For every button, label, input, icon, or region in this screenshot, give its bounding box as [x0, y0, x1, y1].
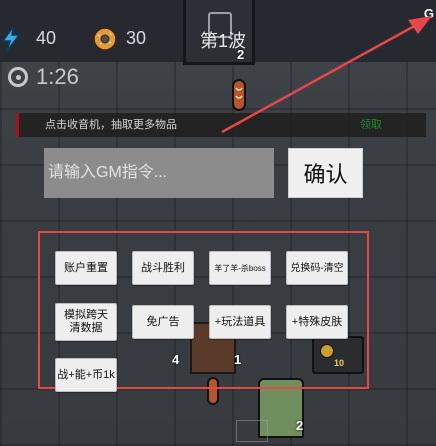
clear-redeem-code-button[interactable]: 兑换码-清空: [286, 251, 348, 285]
sausage-icon: [232, 79, 246, 111]
tip-text: 点击收音机，抽取更多物品: [45, 119, 177, 131]
lightning-icon: [1, 26, 21, 52]
cobweb: [236, 420, 268, 442]
battle-win-button[interactable]: 战斗胜利: [132, 251, 194, 285]
eye-timer-icon: [8, 67, 28, 87]
hud: 40 30 第1波 1:26 G: [0, 0, 436, 89]
confirm-button[interactable]: 确认: [288, 148, 363, 198]
timer-value: 1:26: [36, 64, 79, 89]
kill-boss-button[interactable]: 羊了羊-杀boss: [209, 251, 271, 285]
wave-label: 第1波: [200, 31, 247, 51]
energy-counter: 40: [0, 26, 56, 52]
donut-icon: [93, 27, 117, 51]
no-ads-button[interactable]: 免广告: [132, 305, 194, 339]
reset-account-button[interactable]: 账户重置: [55, 251, 117, 285]
timer: 1:26: [8, 64, 79, 90]
add-play-items-button[interactable]: +玩法道具: [209, 305, 271, 339]
radio-tip-banner[interactable]: 点击收音机，抽取更多物品 领取: [16, 113, 426, 137]
coin-counter: 30: [92, 26, 146, 52]
energy-value: 40: [36, 27, 57, 48]
gm-command-input[interactable]: [44, 148, 274, 198]
corner-letter: G: [423, 6, 434, 21]
coin-value: 30: [126, 27, 147, 48]
add-resources-button[interactable]: 战+能+币1k: [55, 358, 117, 392]
claim-link[interactable]: 领取: [360, 113, 382, 137]
chair-number: 2: [296, 418, 304, 433]
add-special-skin-button[interactable]: +特殊皮肤: [286, 305, 348, 339]
simulate-next-day-button[interactable]: 模拟跨天 清数据: [55, 303, 117, 341]
